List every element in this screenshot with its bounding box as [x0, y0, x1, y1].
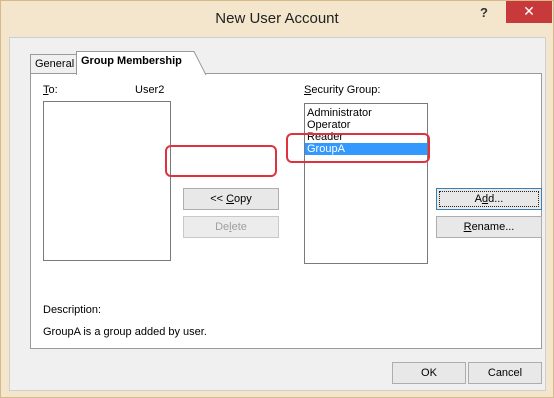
copy-prefix: << [210, 193, 227, 205]
security-group-label: Security Group: [304, 84, 380, 96]
to-list[interactable] [43, 101, 171, 261]
list-item-operator[interactable]: Operator [305, 119, 427, 131]
list-item-administrator[interactable]: Administrator [305, 107, 427, 119]
delete-suffix: ete [231, 221, 247, 233]
rename-accel: R [463, 221, 472, 233]
focus-ring [439, 191, 539, 207]
description-label: Description: [43, 304, 102, 316]
add-button[interactable]: Add... [436, 188, 542, 210]
list-item-groupa[interactable]: GroupA [305, 143, 427, 155]
rename-button[interactable]: Rename... [436, 216, 542, 238]
rename-suffix: ename... [471, 221, 515, 233]
tab-group-membership[interactable]: Group Membership [76, 51, 192, 75]
tab-edge [188, 51, 207, 75]
list-item-reader[interactable]: Reader [305, 131, 427, 143]
ok-button[interactable]: OK [392, 362, 466, 384]
close-button[interactable]: ✕ [506, 1, 552, 23]
to-user-name: User2 [135, 84, 165, 96]
group-membership-panel: To: User2 Security Group: Administrator … [30, 73, 542, 349]
title-bar[interactable]: New User Account ? ✕ [1, 1, 553, 37]
copy-suffix: opy [234, 193, 252, 205]
security-group-label-rest: ecurity Group: [311, 84, 381, 96]
security-group-list[interactable]: Administrator Operator Reader GroupA [304, 103, 428, 264]
to-label: To: [43, 84, 58, 96]
cancel-button[interactable]: Cancel [468, 362, 542, 384]
tab-general[interactable]: General [30, 54, 77, 74]
to-label-suffix: o: [48, 84, 58, 96]
copy-button[interactable]: << Copy [183, 188, 279, 210]
copy-accel: C [226, 193, 235, 205]
description-text: GroupA is a group added by user. [43, 326, 207, 338]
delete-button[interactable]: Delete [183, 216, 279, 238]
dialog-window: New User Account ? ✕ General Group Membe… [0, 0, 554, 398]
delete-prefix: De [215, 221, 230, 233]
help-button[interactable]: ? [471, 3, 497, 25]
dialog-body: General Group Membership To: User2 Secur… [9, 37, 546, 391]
